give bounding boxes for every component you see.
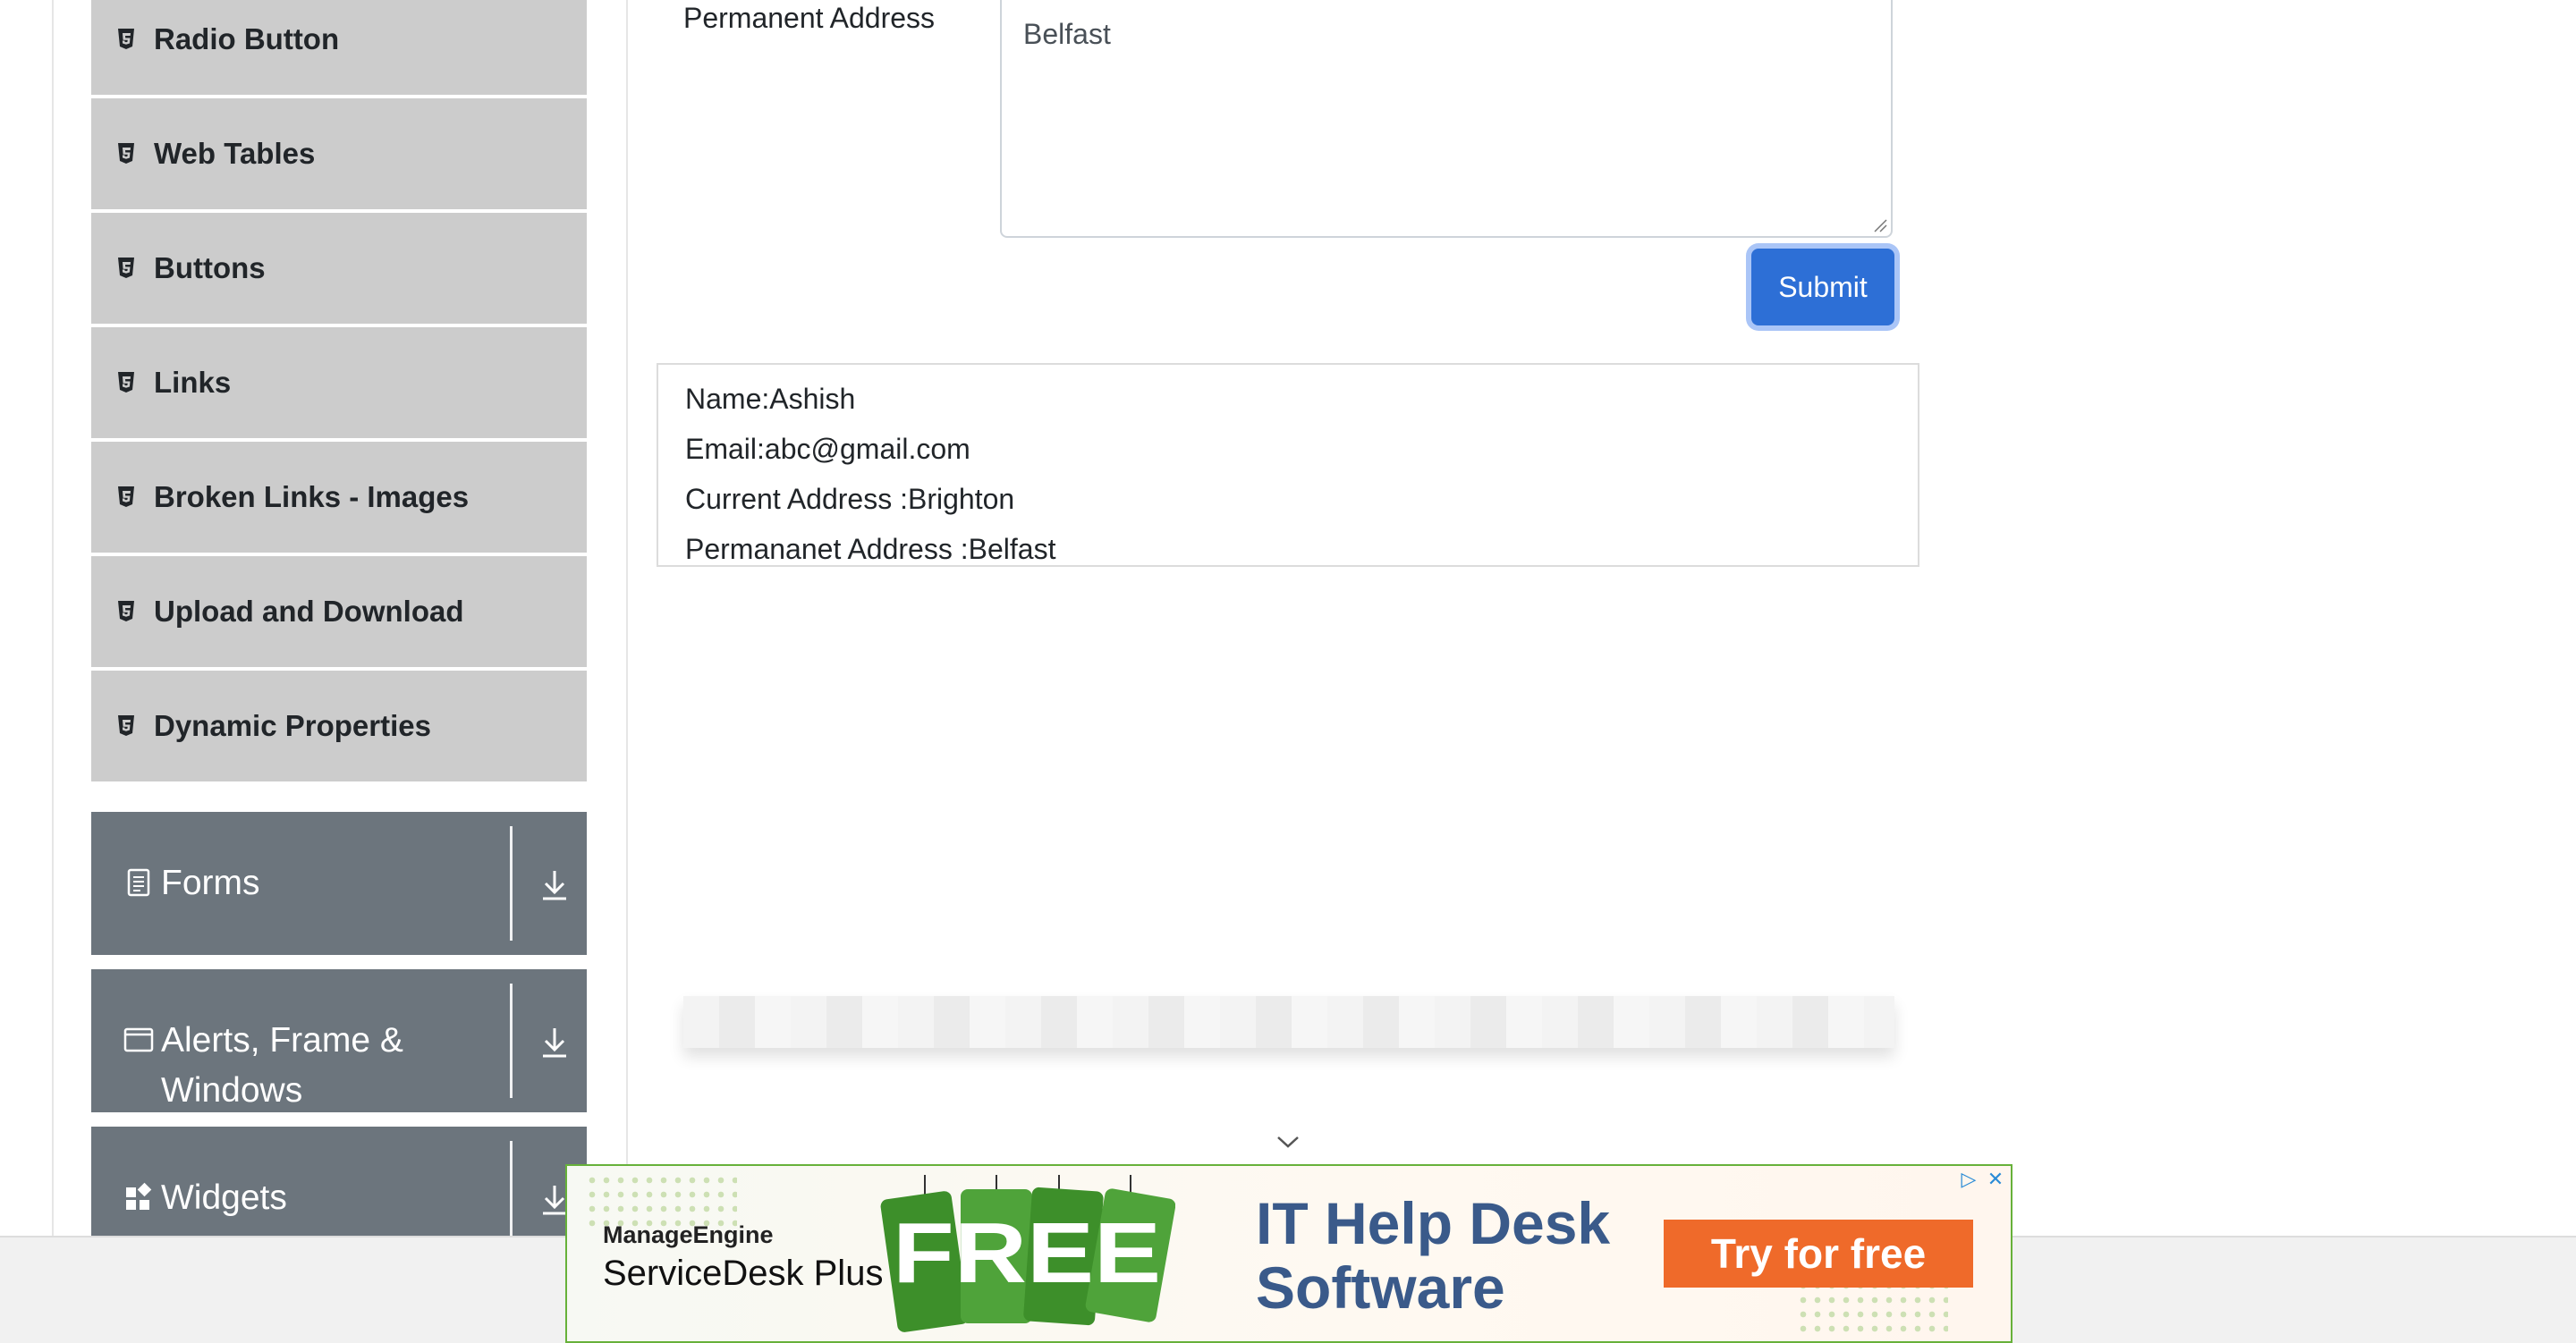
html5-icon <box>116 714 136 738</box>
permanent-address-label: Permanent Address <box>683 2 936 34</box>
sidebar-item-upload-download[interactable]: Upload and Download <box>91 556 587 667</box>
sidebar-item-links[interactable]: Links <box>91 327 587 438</box>
sidebar-item-label: Web Tables <box>154 137 316 170</box>
ad-headline-line2: Software <box>1256 1254 1505 1321</box>
sidebar-item-web-tables[interactable]: Web Tables <box>91 98 587 209</box>
group-label: Widgets <box>161 1178 287 1217</box>
group-divider <box>510 826 513 941</box>
group-divider <box>510 984 513 1098</box>
ad-placeholder-strip <box>683 996 1894 1048</box>
ad-brand-small: ManageEngine <box>603 1221 774 1248</box>
html5-icon <box>116 28 136 51</box>
sidebar-item-buttons[interactable]: Buttons <box>91 213 587 324</box>
sidebar-item-broken-links[interactable]: Broken Links - Images <box>91 442 587 553</box>
permanent-address-textarea[interactable]: Belfast <box>1000 0 1893 238</box>
ad-dot-pattern <box>585 1173 737 1227</box>
sidebar-item-label: Radio Button <box>154 22 340 55</box>
window-icon <box>123 1025 154 1055</box>
html5-icon <box>116 486 136 509</box>
chevron-down-icon[interactable] <box>1275 1134 1301 1150</box>
ad-brand-big: ServiceDesk Plus <box>603 1254 884 1293</box>
widgets-icon <box>123 1182 154 1212</box>
download-arrow-icon[interactable] <box>538 1025 571 1060</box>
resize-handle-icon[interactable] <box>1871 216 1887 232</box>
left-border-line <box>52 0 54 1236</box>
ad-headline-line1: IT Help Desk <box>1256 1190 1611 1256</box>
free-tags-graphic: FREE <box>880 1175 1175 1332</box>
sidebar-item-label: Dynamic Properties <box>154 709 431 742</box>
html5-icon <box>116 371 136 394</box>
free-text: FREE <box>893 1205 1161 1301</box>
sidebar-item-label: Broken Links - Images <box>154 480 470 513</box>
close-icon[interactable]: ✕ <box>1984 1168 2007 1191</box>
sidebar-group-forms[interactable]: Forms <box>91 812 587 955</box>
advertisement-banner[interactable]: ManageEngine ServiceDesk Plus FREE IT He… <box>565 1164 2012 1343</box>
html5-icon <box>116 257 136 280</box>
sidebar-item-label: Upload and Download <box>154 595 464 628</box>
sidebar-item-dynamic-properties[interactable]: Dynamic Properties <box>91 671 587 781</box>
submit-button[interactable]: Submit <box>1751 249 1894 325</box>
html5-icon <box>116 142 136 165</box>
adchoices-icon[interactable]: ▷ <box>1957 1168 1980 1191</box>
sidebar-item-radio-button[interactable]: Radio Button <box>91 0 587 95</box>
permanent-address-value: Belfast <box>1023 18 1111 50</box>
group-label-line2: Windows <box>161 1071 303 1110</box>
html5-icon <box>116 600 136 623</box>
content-divider-line <box>626 0 628 1236</box>
output-current-address: Current Address :Brighton <box>685 483 1015 515</box>
document-icon <box>123 867 154 898</box>
group-label: Forms <box>161 864 260 902</box>
ad-cta-button[interactable]: Try for free <box>1664 1220 1973 1288</box>
ad-choices[interactable]: ▷ ✕ <box>1957 1168 2007 1191</box>
download-arrow-icon[interactable] <box>538 867 571 903</box>
group-label-line1: Alerts, Frame & <box>161 1021 403 1060</box>
output-panel: Name:Ashish Email:abc@gmail.com Current … <box>657 363 1919 567</box>
output-name: Name:Ashish <box>685 383 856 415</box>
output-permanent-address: Permananet Address :Belfast <box>685 533 1056 565</box>
ad-headline: IT Help Desk Software <box>1256 1191 1610 1320</box>
output-email: Email:abc@gmail.com <box>685 433 970 465</box>
sidebar-item-label: Buttons <box>154 251 266 284</box>
sidebar-group-alerts-frame-windows[interactable]: Alerts, Frame & Windows <box>91 969 587 1112</box>
sidebar-item-label: Links <box>154 366 232 399</box>
